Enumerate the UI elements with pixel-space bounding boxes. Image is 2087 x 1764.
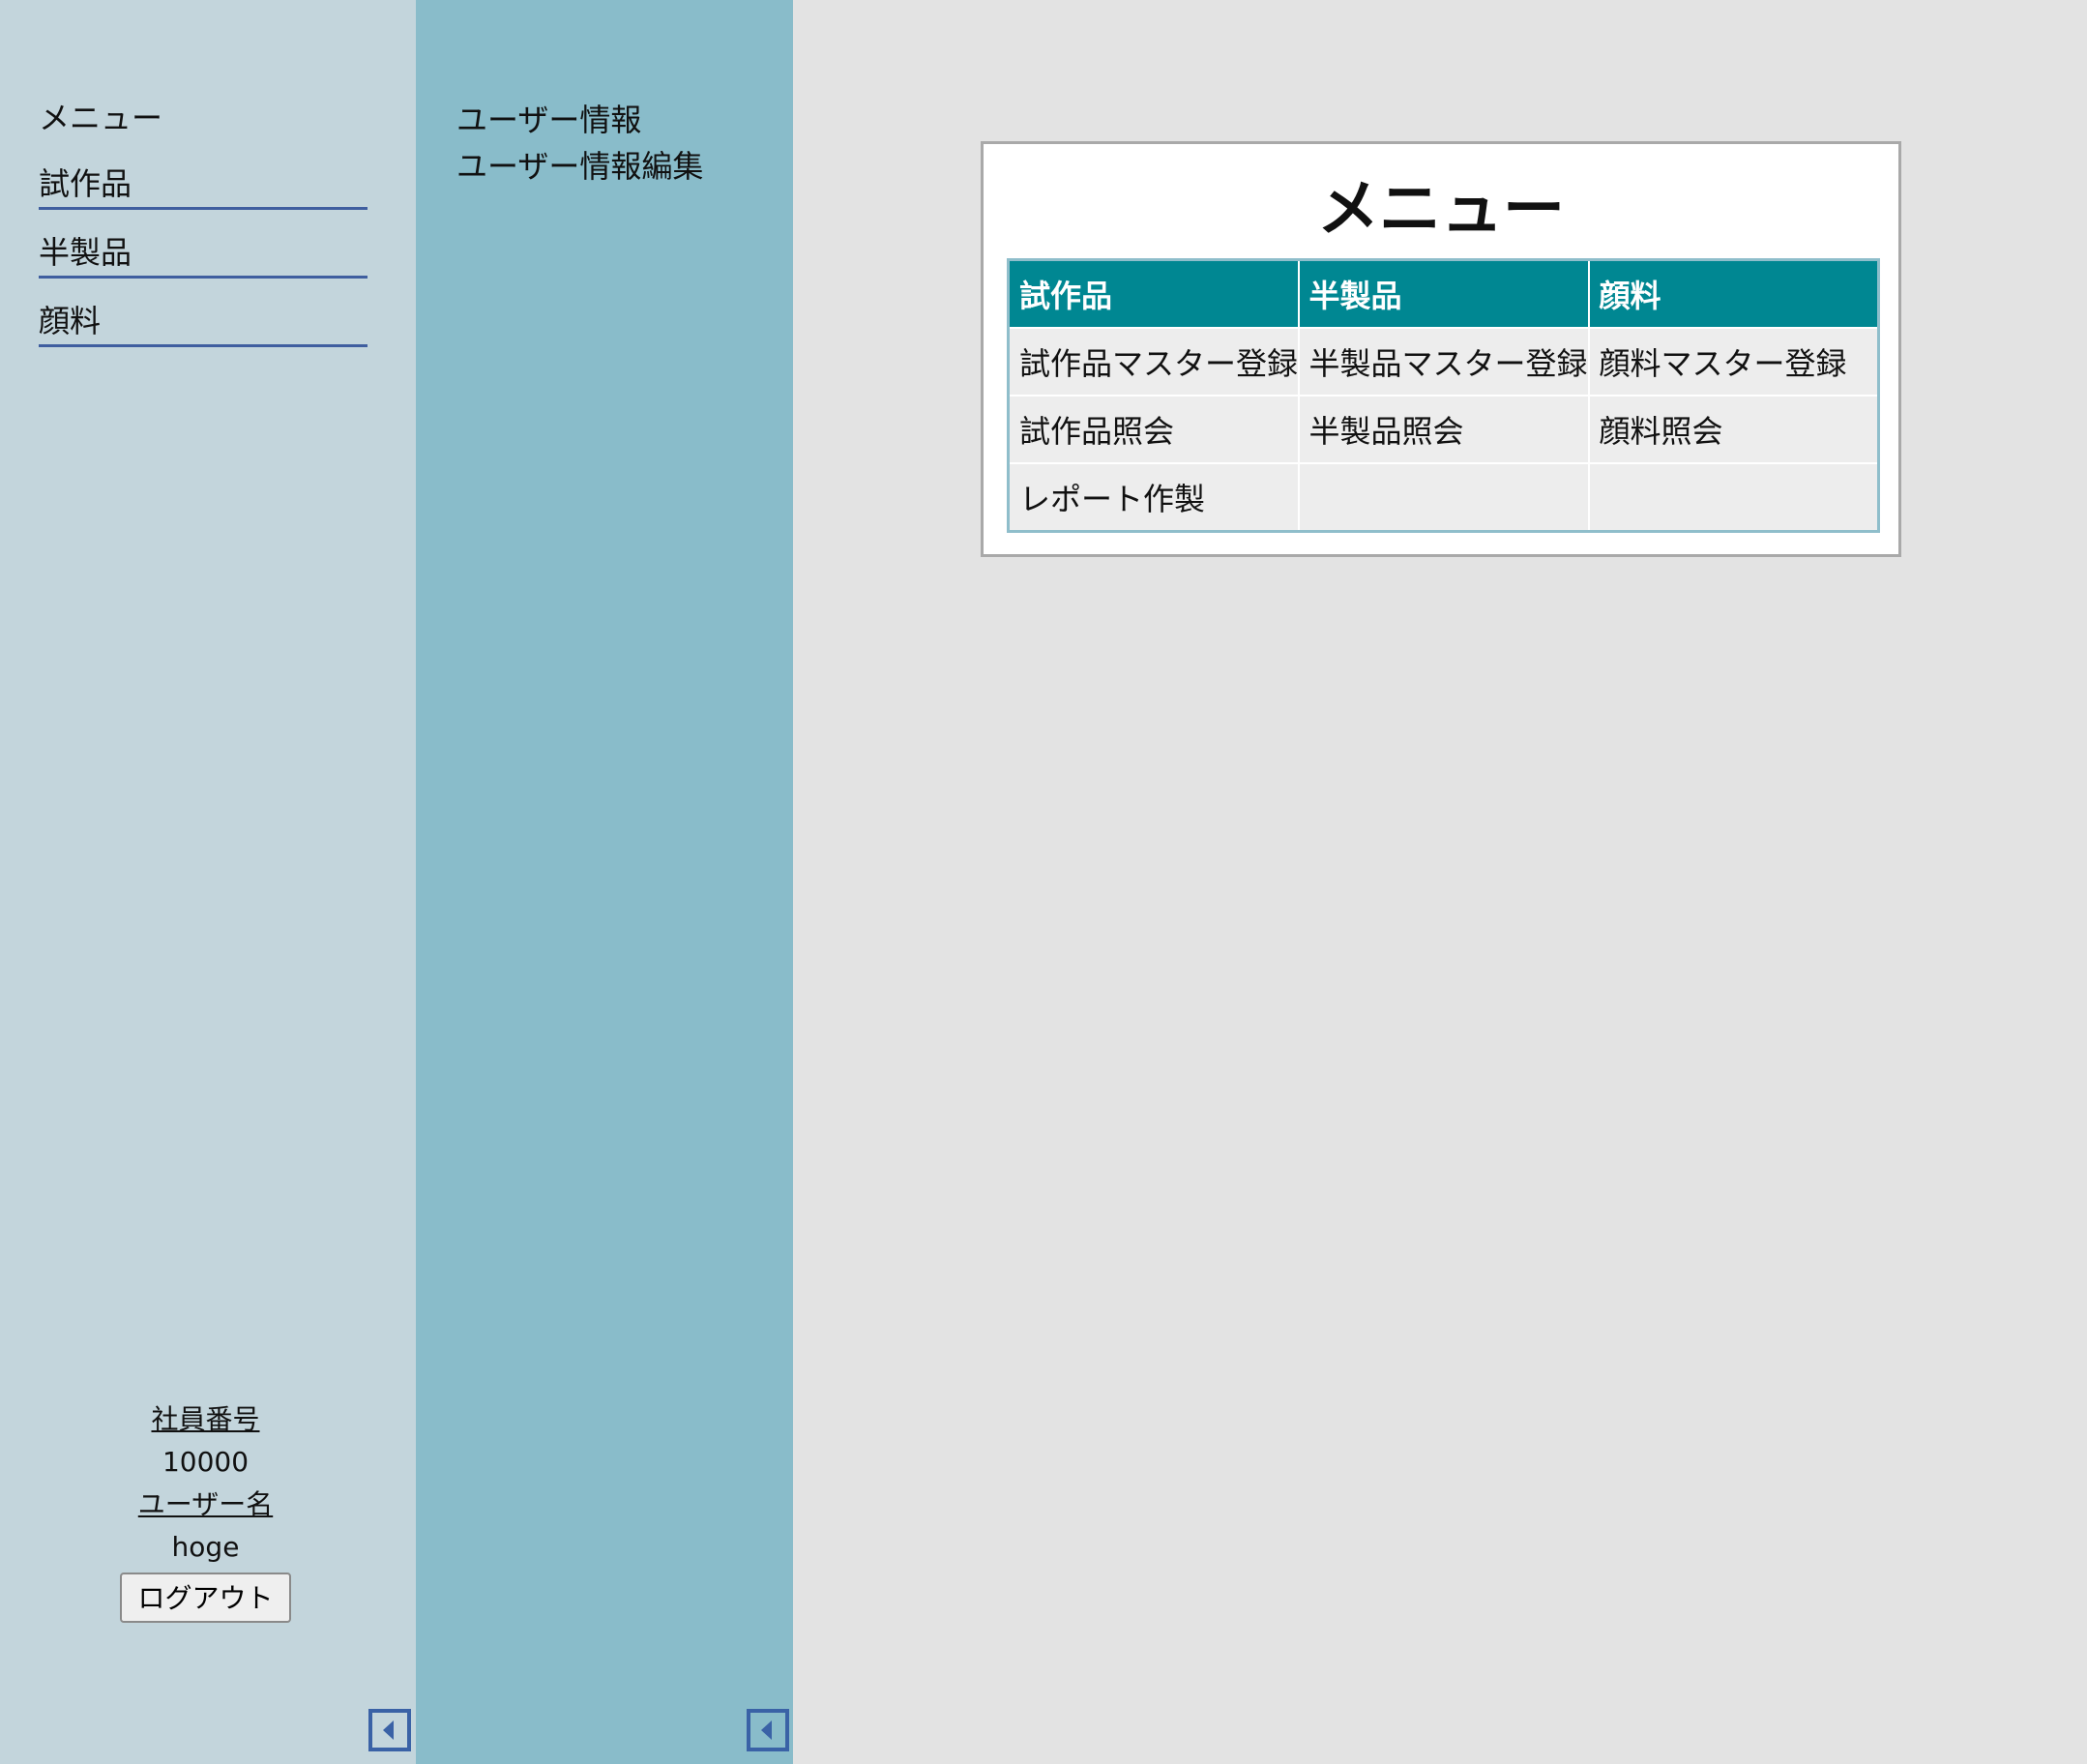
- table-row: 試作品照会 半製品照会 顔料照会: [1008, 395, 1879, 463]
- sidebar-title: メニュー: [39, 100, 163, 136]
- employee-number-label: 社員番号: [151, 1403, 260, 1435]
- semi-finished-inquiry-link[interactable]: 半製品照会: [1298, 395, 1590, 463]
- sidebar-item-semi-finished[interactable]: 半製品: [39, 231, 367, 279]
- semi-finished-master-register-link[interactable]: 半製品マスター登録: [1298, 327, 1590, 396]
- subnav-item-user-info[interactable]: ユーザー情報: [456, 97, 703, 143]
- table-header-row: 試作品 半製品 顔料: [1008, 259, 1879, 328]
- chevron-left-icon: [383, 1720, 394, 1740]
- table-row: レポート作製: [1008, 462, 1879, 532]
- subnav-item-user-info-edit[interactable]: ユーザー情報編集: [456, 143, 703, 190]
- left-sidebar: メニュー 試作品 半製品 顔料 社員番号 10000 ユーザー名 hoge ログ…: [0, 0, 416, 1764]
- logout-button[interactable]: ログアウト: [120, 1573, 291, 1623]
- report-create-link[interactable]: レポート作製: [1008, 462, 1300, 532]
- pigment-master-register-link[interactable]: 顔料マスター登録: [1588, 327, 1879, 396]
- collapse-subnav-button[interactable]: [747, 1709, 789, 1751]
- sidebar-nav: 試作品 半製品 顔料: [39, 162, 367, 368]
- menu-card: メニュー 試作品 半製品 顔料 試作品マスター登録 半製品マスター登録 顔料マス…: [981, 141, 1901, 557]
- column-header-prototype: 試作品: [1008, 259, 1300, 328]
- table-row: 試作品マスター登録 半製品マスター登録 顔料マスター登録: [1008, 327, 1879, 396]
- app-root: メニュー 試作品 半製品 顔料 社員番号 10000 ユーザー名 hoge ログ…: [0, 0, 2087, 1764]
- pigment-inquiry-link[interactable]: 顔料照会: [1588, 395, 1879, 463]
- sidebar-item-pigment[interactable]: 顔料: [39, 300, 367, 347]
- sidebar-item-prototype[interactable]: 試作品: [39, 162, 367, 210]
- column-header-pigment: 顔料: [1588, 259, 1879, 328]
- prototype-inquiry-link[interactable]: 試作品照会: [1008, 395, 1300, 463]
- column-header-semi-finished: 半製品: [1298, 259, 1590, 328]
- collapse-sidebar-button[interactable]: [368, 1709, 411, 1751]
- sub-nav: ユーザー情報 ユーザー情報編集: [456, 97, 703, 190]
- username-label: ユーザー名: [137, 1488, 274, 1520]
- page-title: メニュー: [1317, 174, 1565, 246]
- chevron-left-icon: [761, 1720, 772, 1740]
- prototype-master-register-link[interactable]: 試作品マスター登録: [1008, 327, 1300, 396]
- empty-cell: [1298, 462, 1590, 532]
- empty-cell: [1588, 462, 1879, 532]
- user-info: 社員番号 10000 ユーザー名 hoge ログアウト: [0, 1400, 411, 1623]
- username-value: hoge: [171, 1531, 240, 1563]
- employee-number-value: 10000: [162, 1446, 250, 1478]
- sub-sidebar: ユーザー情報 ユーザー情報編集: [416, 0, 793, 1764]
- menu-table: 試作品 半製品 顔料 試作品マスター登録 半製品マスター登録 顔料マスター登録 …: [1007, 258, 1880, 533]
